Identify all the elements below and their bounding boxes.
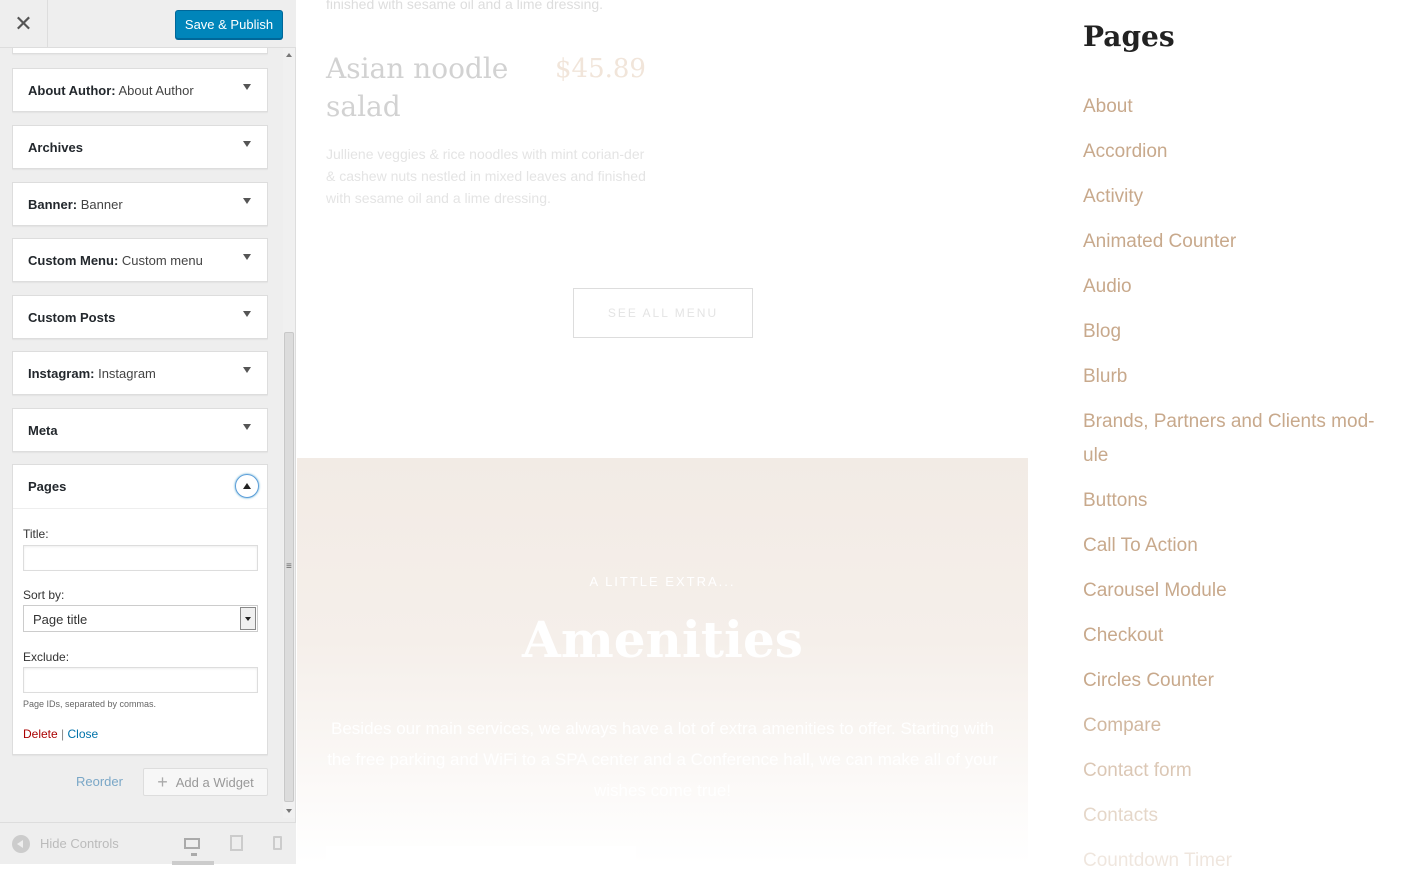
tablet-preview-icon[interactable] <box>226 833 246 853</box>
exclude-label: Exclude: <box>23 650 70 664</box>
sort-by-select[interactable]: Page title <box>23 605 258 632</box>
desktop-preview-icon[interactable] <box>182 833 202 856</box>
widget-meta[interactable]: Meta <box>12 408 268 452</box>
mobile-preview-icon[interactable] <box>267 833 287 853</box>
widget-actions: Delete | Close <box>23 727 98 741</box>
page-link[interactable]: Checkout <box>1083 619 1393 653</box>
widget-subtitle: Instagram <box>94 366 156 381</box>
previous-dish-description: finished with sesame oil and a lime dres… <box>326 0 604 12</box>
widget-title: Banner: <box>28 197 78 212</box>
exclude-help-text: Page IDs, separated by commas. <box>23 699 157 709</box>
page-link[interactable]: Accordion <box>1083 135 1393 169</box>
widget-title: Instagram: <box>28 366 95 381</box>
chevron-down-icon[interactable] <box>243 424 251 430</box>
dish-price: $45.89 <box>555 54 646 84</box>
widget-pages-expanded: Pages Title: Sort by: Page title Exclude… <box>12 464 268 755</box>
sort-by-label: Sort by: <box>23 588 65 602</box>
scrollbar-thumb[interactable]: ≡ <box>284 332 294 802</box>
site-preview: finished with sesame oil and a lime dres… <box>297 0 1419 871</box>
panel-scrollbar[interactable]: ≡ <box>283 48 295 818</box>
delete-link[interactable]: Delete <box>23 727 58 741</box>
amenities-section: A LITTLE EXTRA... Amenities Besides our … <box>297 458 1028 864</box>
reorder-link[interactable]: Reorder <box>76 774 123 789</box>
chevron-down-icon[interactable] <box>243 198 251 204</box>
close-link[interactable]: Close <box>68 727 99 741</box>
page-list: About Accordion Activity Animated Counte… <box>1083 90 1393 889</box>
widget-list: About Author: About Author Archives Bann… <box>12 48 268 808</box>
exclude-input[interactable] <box>23 667 258 693</box>
widget-custom-posts[interactable]: Custom Posts <box>12 295 268 339</box>
page-link[interactable]: Contacts <box>1083 799 1393 833</box>
widget-title: Meta <box>28 423 58 438</box>
widget-archives[interactable]: Archives <box>12 125 268 169</box>
page-link[interactable]: Audio <box>1083 270 1393 304</box>
dish-name: Asian noodle salad <box>326 52 509 123</box>
page-link[interactable]: Circles Counter <box>1083 664 1393 698</box>
widget-instagram[interactable]: Instagram: Instagram <box>12 351 268 395</box>
collapse-icon[interactable] <box>12 835 30 853</box>
chevron-down-icon[interactable] <box>243 367 251 373</box>
panel-header: ✕ Save & Publish <box>0 0 296 48</box>
page-link[interactable]: Animated Counter <box>1083 225 1393 259</box>
content-area: finished with sesame oil and a lime dres… <box>297 0 1028 864</box>
page-link[interactable]: Buttons <box>1083 484 1393 518</box>
chevron-down-icon[interactable] <box>243 84 251 90</box>
widget-title: About Author: <box>28 83 116 98</box>
widget-subtitle: Banner <box>77 197 123 212</box>
page-link[interactable]: Blurb <box>1083 360 1393 394</box>
widget-about-author[interactable]: About Author: About Author <box>12 68 268 112</box>
plus-icon: + <box>157 772 168 792</box>
page-link[interactable]: Carousel Module <box>1083 574 1393 608</box>
chevron-down-icon[interactable] <box>243 311 251 317</box>
actions-separator: | <box>61 727 65 741</box>
page-link[interactable]: Blog <box>1083 315 1393 349</box>
sidebar-title: Pages <box>1083 20 1175 53</box>
amenities-title: Amenities <box>522 610 803 669</box>
widget-banner[interactable]: Banner: Banner <box>12 182 268 226</box>
widget-title: Pages <box>28 479 67 494</box>
chevron-down-icon[interactable] <box>243 254 251 260</box>
amenities-text: Besides our main services, we always hav… <box>327 719 998 800</box>
page-link[interactable]: Activity <box>1083 180 1393 214</box>
pages-sidebar: Pages About Accordion Activity Animated … <box>1028 0 1419 871</box>
panel-footer: Hide Controls <box>0 822 296 865</box>
widget-custom-menu[interactable]: Custom Menu: Custom menu <box>12 238 268 282</box>
widget-subtitle: Custom menu <box>118 253 203 268</box>
close-customizer-button[interactable]: ✕ <box>0 0 48 48</box>
customizer-panel: ✕ Save & Publish About Author: About Aut… <box>0 0 296 865</box>
widget-subtitle: About Author <box>115 83 194 98</box>
hide-controls-button[interactable]: Hide Controls <box>40 836 119 851</box>
widget-cut-top <box>12 48 268 54</box>
scroll-down-icon[interactable] <box>283 806 295 816</box>
add-widget-label: Add a Widget <box>175 774 254 790</box>
dish-description: Julliene veggies & rice noodles with min… <box>326 146 646 206</box>
grip-icon: ≡ <box>286 561 292 572</box>
page-link[interactable]: Countdown Timer <box>1083 844 1393 878</box>
see-all-menu-button[interactable]: SEE ALL MENU <box>573 288 753 338</box>
add-widget-button[interactable]: + Add a Widget <box>143 768 268 796</box>
widget-pages-header[interactable]: Pages <box>13 465 267 509</box>
widget-title: Custom Posts <box>28 310 116 325</box>
amenity-card <box>326 846 636 864</box>
chevron-down-icon[interactable] <box>243 141 251 147</box>
page-link[interactable]: About <box>1083 90 1393 124</box>
title-input[interactable] <box>23 545 258 571</box>
active-device-indicator <box>172 861 214 865</box>
title-label: Title: <box>23 527 49 541</box>
dropdown-arrow-icon[interactable] <box>240 607 256 630</box>
save-publish-button[interactable]: Save & Publish <box>175 10 283 39</box>
widget-title: Custom Menu: <box>28 253 119 268</box>
chevron-up-icon[interactable] <box>235 474 259 498</box>
scroll-up-icon[interactable] <box>283 50 295 60</box>
page-link[interactable]: Call To Action <box>1083 529 1393 563</box>
widget-title: Archives <box>28 140 83 155</box>
page-link[interactable]: Compare <box>1083 709 1393 743</box>
page-link[interactable]: Brands, Partners and Clients mod-ule <box>1083 405 1393 473</box>
amenities-kicker: A LITTLE EXTRA... <box>589 574 736 589</box>
sort-by-value: Page title <box>33 612 88 627</box>
page-link[interactable]: Contact form <box>1083 754 1393 788</box>
